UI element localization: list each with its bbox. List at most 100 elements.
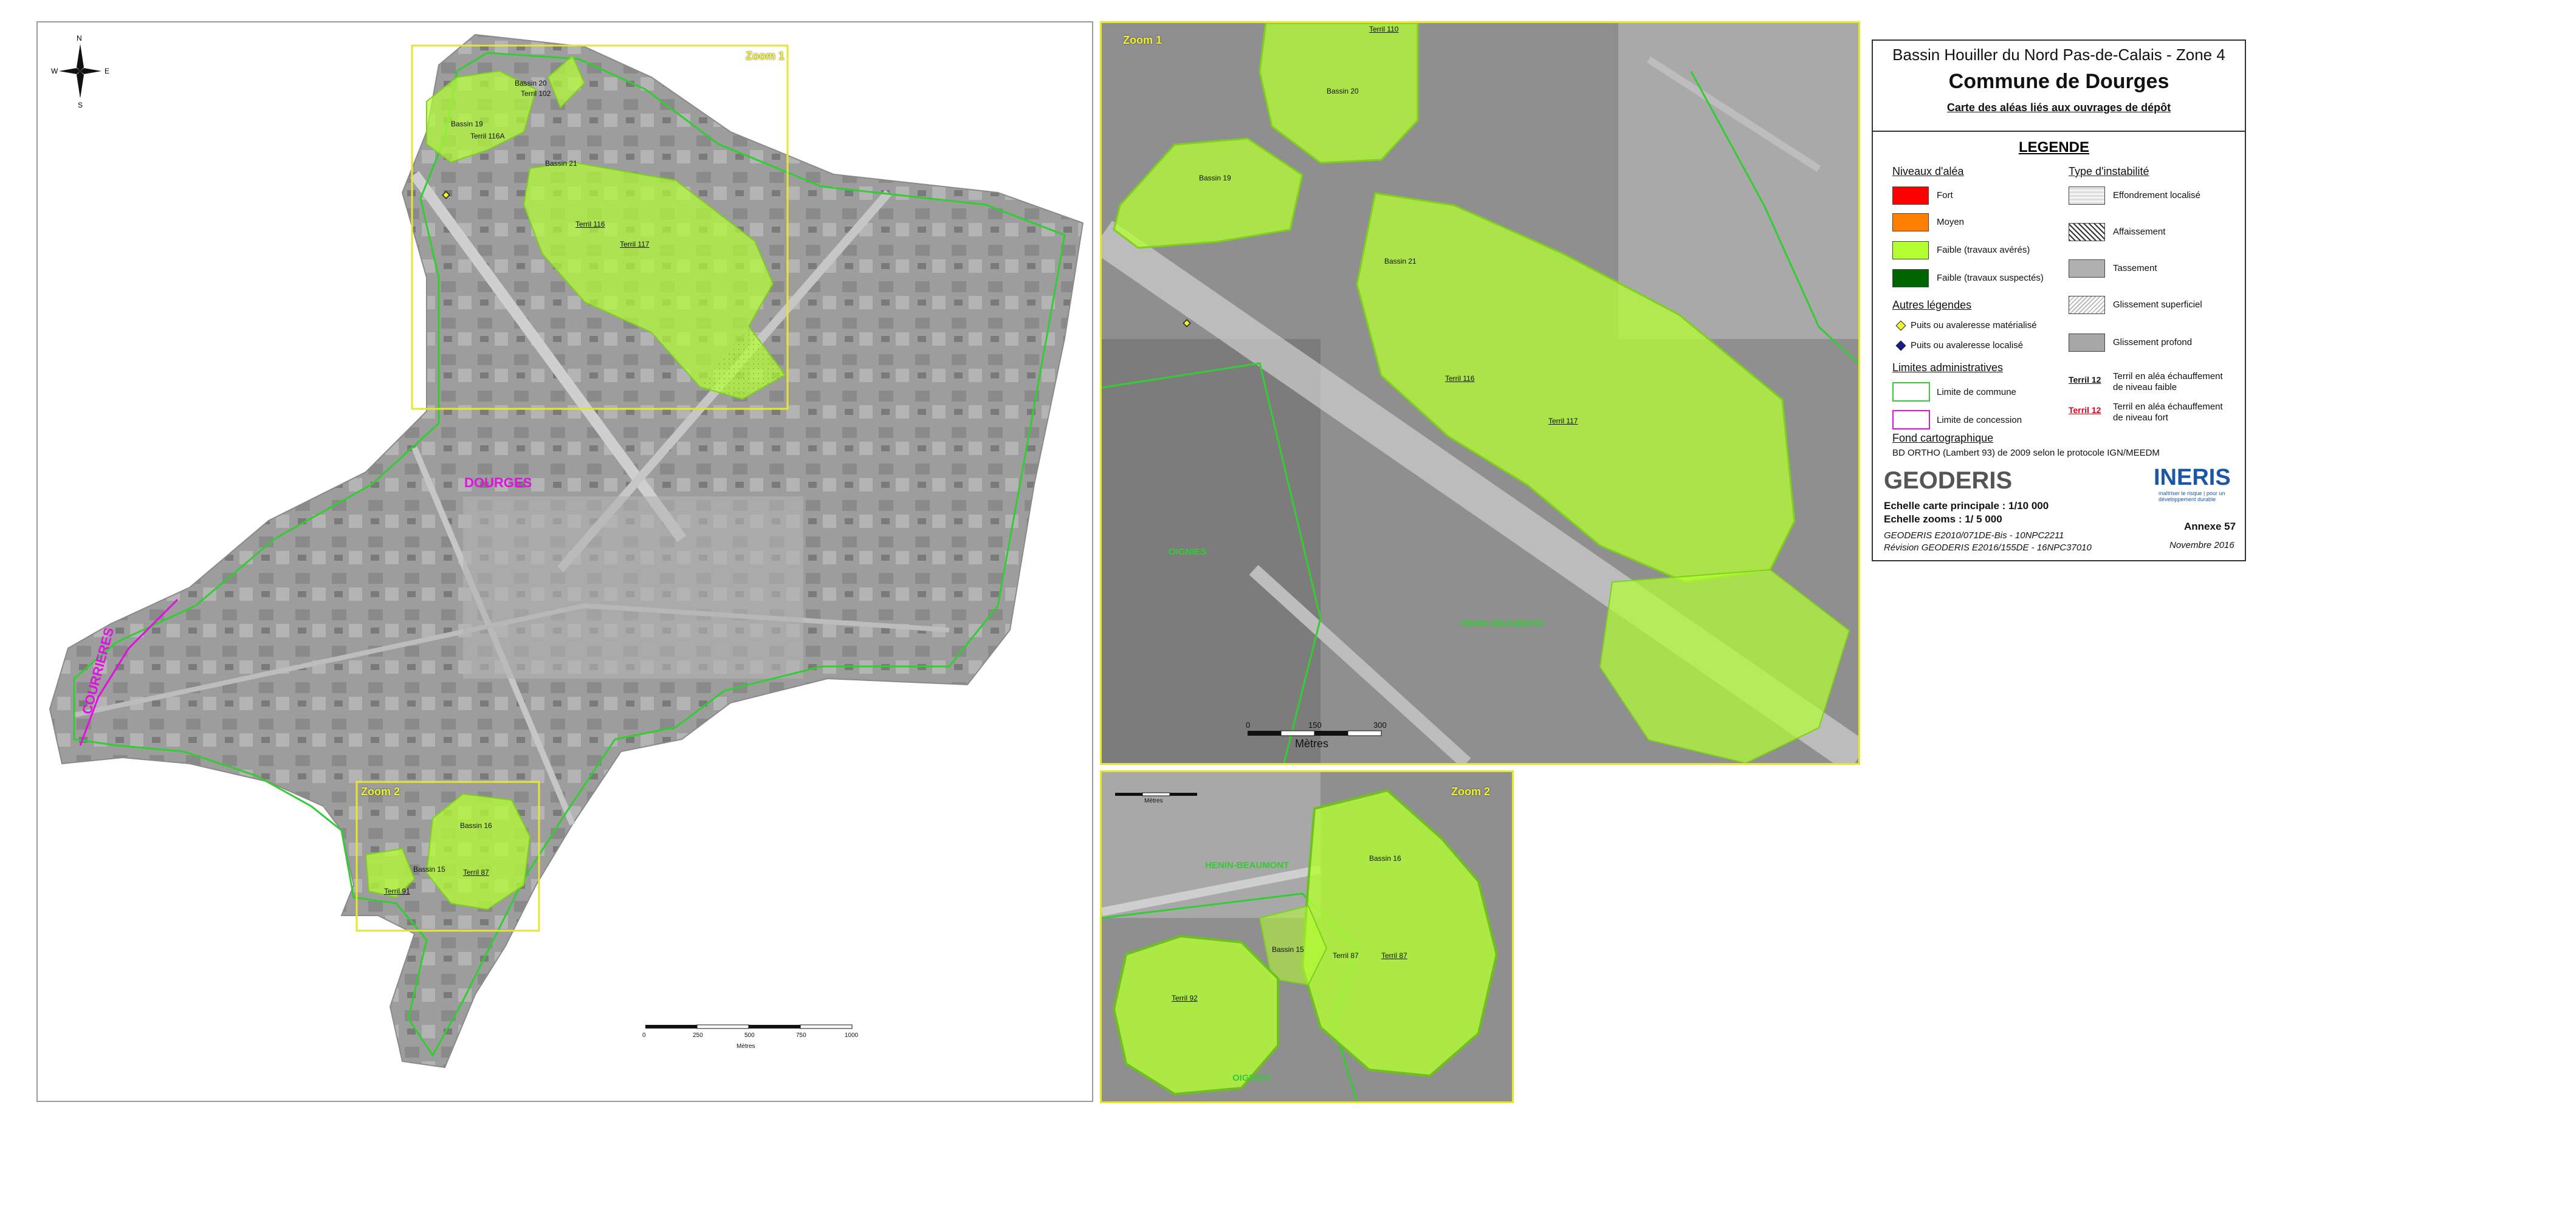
- section-title: Limites administratives: [1892, 361, 2004, 374]
- feature-label: Terril 116: [575, 220, 605, 228]
- north-arrow-icon: [59, 44, 101, 98]
- scale-tick: 750: [796, 1032, 806, 1039]
- legend-item: Affaissement: [2113, 227, 2166, 237]
- neighbor-label: HENIN-BEAUMONT: [1205, 860, 1290, 871]
- legend-item: Fort: [1937, 190, 1953, 200]
- basemap-source: BD ORTHO (Lambert 93) de 2009 selon le p…: [1892, 448, 2160, 458]
- feature-label: Bassin 16: [1369, 854, 1401, 863]
- svg-text:S: S: [78, 101, 83, 109]
- scale-zooms: Echelle zooms : 1/ 5 000: [1884, 513, 2002, 525]
- section-title: Type d'instabilité: [2069, 165, 2149, 177]
- legend-item: Puits ou avaleresse matérialisé: [1911, 320, 2037, 330]
- legend-heading: LEGENDE: [2019, 139, 2090, 156]
- section-title: Autres légendes: [1892, 299, 1972, 311]
- feature-label: Bassin 21: [545, 159, 577, 168]
- concession-limit-swatch: [1892, 410, 1930, 430]
- well-materialise-icon: [1895, 320, 1906, 331]
- swatch-fort: [1892, 187, 1929, 205]
- feature-label: Terril 116: [1445, 374, 1475, 383]
- svg-text:N: N: [77, 34, 82, 43]
- swatch-faible-averes: [1892, 241, 1929, 259]
- legend-item: Limite de concession: [1937, 415, 2022, 425]
- feature-label: Terril 91: [384, 887, 410, 895]
- swatch-faible-suspectes: [1892, 269, 1929, 287]
- feature-label: Terril 110: [1369, 25, 1399, 33]
- feature-label: Terril 92: [1172, 994, 1198, 1002]
- feature-label: Terril 87: [1333, 951, 1359, 960]
- scale-unit: Mètres: [1295, 738, 1329, 750]
- legend-item: Terril en aléa échauffement: [2113, 402, 2223, 412]
- zoom1-map[interactable]: Zoom 1 Terril 110 Bassin 20 Bassin 19 Ba…: [1100, 21, 1860, 765]
- main-map[interactable]: N W E S Zoom 1 Zoom 2 DOURGES COURRIERES…: [36, 21, 1093, 1102]
- map-date: Novembre 2016: [2169, 540, 2234, 550]
- feature-label: Bassin 20: [1327, 87, 1359, 95]
- neighbor-label: HENIN-BEAUMONT: [1460, 618, 1545, 629]
- scale-unit: Mètres: [737, 1043, 755, 1050]
- feature-label: Bassin 15: [1272, 945, 1304, 954]
- feature-label: Terril 102: [521, 89, 551, 98]
- svg-text:W: W: [51, 67, 58, 75]
- svg-text:E: E: [105, 67, 109, 75]
- terril-sample-fort: Terril 12: [2069, 405, 2101, 415]
- scale-tick: 300: [1373, 720, 1387, 730]
- section-title: Fond cartographique: [1892, 432, 1994, 444]
- scale-tick: 500: [744, 1032, 755, 1039]
- zoom2-map[interactable]: Zoom 2 Bassin 16 Bassin 15 Terril 87 Ter…: [1100, 770, 1514, 1103]
- scale-tick: 150: [1308, 720, 1322, 730]
- scale-tick: 0: [642, 1032, 646, 1039]
- map-title: Commune de Dourges: [1948, 70, 2169, 93]
- commune-label: DOURGES: [464, 475, 532, 490]
- legend-item: Tassement: [2113, 263, 2157, 273]
- feature-label: Bassin 16: [460, 821, 492, 830]
- feature-label: Bassin 21: [1384, 257, 1417, 265]
- main-scale-bar: [645, 1024, 853, 1029]
- legend-item: Glissement profond: [2113, 337, 2193, 347]
- legend-header: Bassin Houiller du Nord Pas-de-Calais - …: [1873, 41, 2245, 132]
- legend-item: Terril en aléa échauffement: [2113, 371, 2223, 382]
- feature-label: Terril 87: [463, 868, 489, 877]
- zoom1-canvas: [1102, 23, 1858, 763]
- feature-label: Bassin 19: [451, 120, 483, 128]
- terril-sample-faible: Terril 12: [2069, 375, 2101, 385]
- map-subtitle: Carte des aléas liés aux ouvrages de dép…: [1946, 101, 2171, 114]
- well-localise-icon: [1895, 340, 1906, 351]
- tassement-swatch: [2069, 259, 2105, 278]
- legend-item: de niveau fort: [2113, 412, 2168, 423]
- effondrement-swatch: [2069, 187, 2105, 205]
- feature-label: Terril 117: [620, 240, 650, 248]
- legend-item: Faible (travaux suspectés): [1937, 273, 2044, 283]
- feature-label: Terril 87: [1381, 951, 1407, 960]
- feature-label: Bassin 19: [1199, 174, 1231, 182]
- zoom2-marker-label: Zoom 2: [361, 785, 400, 798]
- scale-unit: Mètres: [1144, 798, 1163, 804]
- reference-1: GEODERIS E2010/071DE-Bis - 10NPC2211: [1884, 530, 2064, 541]
- legend-item: Moyen: [1937, 217, 1965, 227]
- scale-tick: 250: [693, 1032, 703, 1039]
- legend-item: Puits ou avaleresse localisé: [1911, 340, 2024, 351]
- neighbor-label: OIGNIES: [1169, 547, 1207, 557]
- map-series-title: Bassin Houiller du Nord Pas-de-Calais - …: [1892, 46, 2225, 64]
- legend-item: Limite de commune: [1937, 387, 2016, 397]
- reference-2: Révision GEODERIS E2016/155DE - 16NPC370…: [1884, 542, 2092, 553]
- section-title: Niveaux d'aléa: [1892, 165, 1964, 177]
- feature-label: Terril 116A: [470, 132, 505, 140]
- ineris-tagline: maîtriser le risque | pour un développem…: [2159, 490, 2225, 502]
- ineris-logo: INERIS: [2154, 465, 2231, 490]
- zoom2-canvas: [1102, 772, 1512, 1101]
- zoom1-marker-label: Zoom 1: [746, 50, 785, 62]
- glissement-superficiel-swatch: [2069, 296, 2105, 314]
- commune-limit-swatch: [1892, 382, 1930, 402]
- feature-label: Bassin 20: [515, 79, 547, 87]
- main-map-canvas: N W E S: [49, 33, 1084, 1069]
- legend-item: Effondrement localisé: [2113, 190, 2200, 200]
- zoom2-title: Zoom 2: [1451, 785, 1491, 798]
- zoom1-title: Zoom 1: [1123, 34, 1163, 46]
- scale-tick: 0: [1246, 720, 1251, 730]
- feature-label: Bassin 15: [413, 865, 445, 874]
- legend-panel: Bassin Houiller du Nord Pas-de-Calais - …: [1872, 39, 2246, 561]
- geoderis-logo: GEODERIS: [1884, 467, 2013, 494]
- swatch-moyen: [1892, 213, 1929, 231]
- neighbor-label: OIGNIES: [1232, 1073, 1271, 1083]
- feature-label: Terril 117: [1548, 417, 1578, 425]
- annex-number: Annexe 57: [2184, 521, 2236, 532]
